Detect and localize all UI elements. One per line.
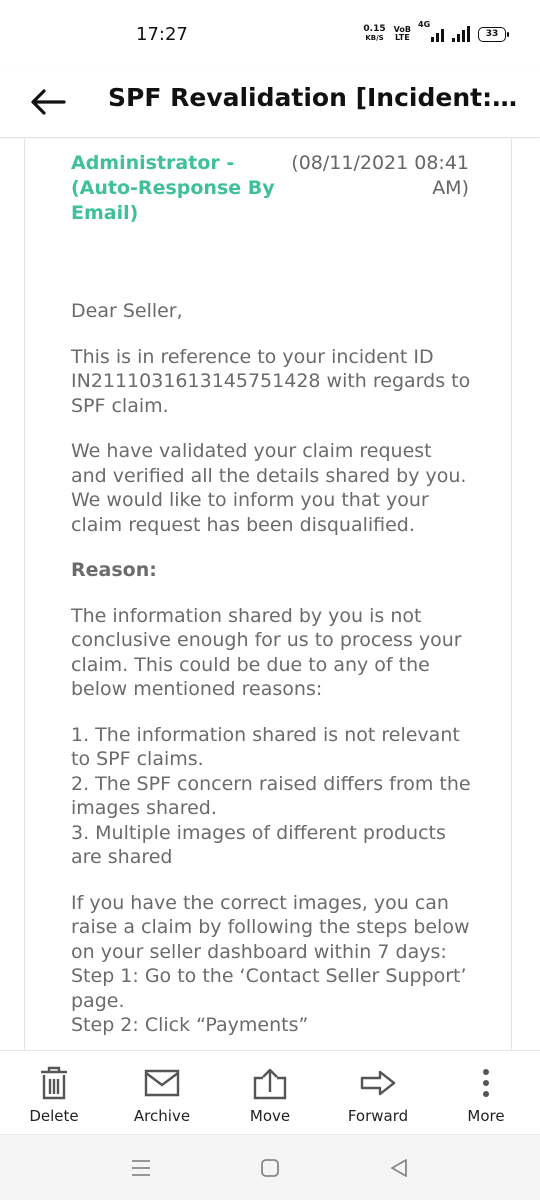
volte-indicator: VoB LTE <box>394 26 411 42</box>
signal-strength-icon <box>452 26 470 42</box>
battery-level: 33 <box>485 28 499 39</box>
message-sender[interactable]: Administrator - (Auto-Response By Email) <box>71 151 291 226</box>
more-label: More <box>467 1107 505 1125</box>
nav-back-button[interactable] <box>384 1155 414 1181</box>
reason-item: 2. The SPF concern raised differs from t… <box>71 772 471 820</box>
battery-icon: 33 <box>478 26 509 42</box>
status-indicators: 0.15 KB/S VoB LTE 4G 33 <box>363 20 509 46</box>
reason-list: 1. The information shared is not relevan… <box>71 723 471 870</box>
forward-arrow-icon <box>360 1070 396 1096</box>
message-greeting: Dear Seller, <box>71 300 183 322</box>
recent-apps-button[interactable] <box>126 1155 156 1181</box>
step-item: Step 1: Go to the ‘Contact Seller Suppor… <box>71 965 467 1012</box>
home-button[interactable] <box>255 1155 285 1181</box>
move-icon <box>253 1068 287 1100</box>
message-paragraph: We have validated your claim request and… <box>71 440 467 536</box>
system-nav-bar <box>0 1134 540 1200</box>
back-button[interactable] <box>26 80 70 124</box>
status-time: 17:27 <box>136 24 188 45</box>
status-bar: 17:27 0.15 KB/S VoB LTE 4G 33 <box>0 0 540 68</box>
volte-bottom: LTE <box>394 33 410 42</box>
archive-label: Archive <box>133 1107 191 1125</box>
archive-icon <box>144 1069 180 1097</box>
action-bar: Delete Archive Move Forward More <box>0 1050 540 1134</box>
message-paragraph: The information shared by you is not con… <box>71 604 462 701</box>
steps-block: If you have the correct images, you can … <box>71 891 471 1038</box>
message-paragraph: If you have the correct images, you can … <box>71 891 470 963</box>
app-header: SPF Revalidation [Incident: IN2111031613… <box>0 68 540 138</box>
message-timestamp: (08/11/2021 08:41 AM) <box>291 152 469 199</box>
nav-back-icon <box>391 1159 407 1177</box>
delete-button[interactable]: Delete <box>0 1051 108 1135</box>
move-label: Move <box>249 1107 291 1125</box>
archive-button[interactable]: Archive <box>108 1051 216 1135</box>
reason-item: 1. The information shared is not relevan… <box>71 723 460 771</box>
signal-4g-icon: 4G <box>418 20 444 42</box>
recent-apps-icon <box>132 1160 150 1176</box>
message-paragraph: This is in reference to your incident ID… <box>71 345 471 417</box>
message-view[interactable]: Administrator - (Auto-Response By Email)… <box>0 139 540 1050</box>
network-type: 4G <box>418 20 431 29</box>
reason-item: 3. Multiple images of different products… <box>71 821 446 869</box>
message-card: Administrator - (Auto-Response By Email)… <box>24 139 512 1050</box>
network-speed-unit: KB/S <box>365 34 384 42</box>
more-button[interactable]: More <box>432 1051 540 1135</box>
kebab-menu-icon <box>483 1069 489 1097</box>
home-icon <box>261 1159 279 1177</box>
delete-label: Delete <box>29 1107 79 1125</box>
arrow-left-icon <box>31 89 66 115</box>
reason-heading: Reason: <box>71 559 157 581</box>
page-title: SPF Revalidation [Incident: IN2111031613… <box>108 83 518 112</box>
network-speed-value: 0.15 <box>363 24 386 34</box>
forward-label: Forward <box>347 1107 409 1125</box>
forward-button[interactable]: Forward <box>324 1051 432 1135</box>
step-item: Step 2: Click “Payments” <box>71 1014 309 1036</box>
network-speed: 0.15 KB/S <box>363 25 385 43</box>
move-button[interactable]: Move <box>216 1051 324 1135</box>
message-body: Dear Seller, This is in reference to you… <box>71 299 471 1050</box>
trash-icon <box>41 1066 67 1100</box>
